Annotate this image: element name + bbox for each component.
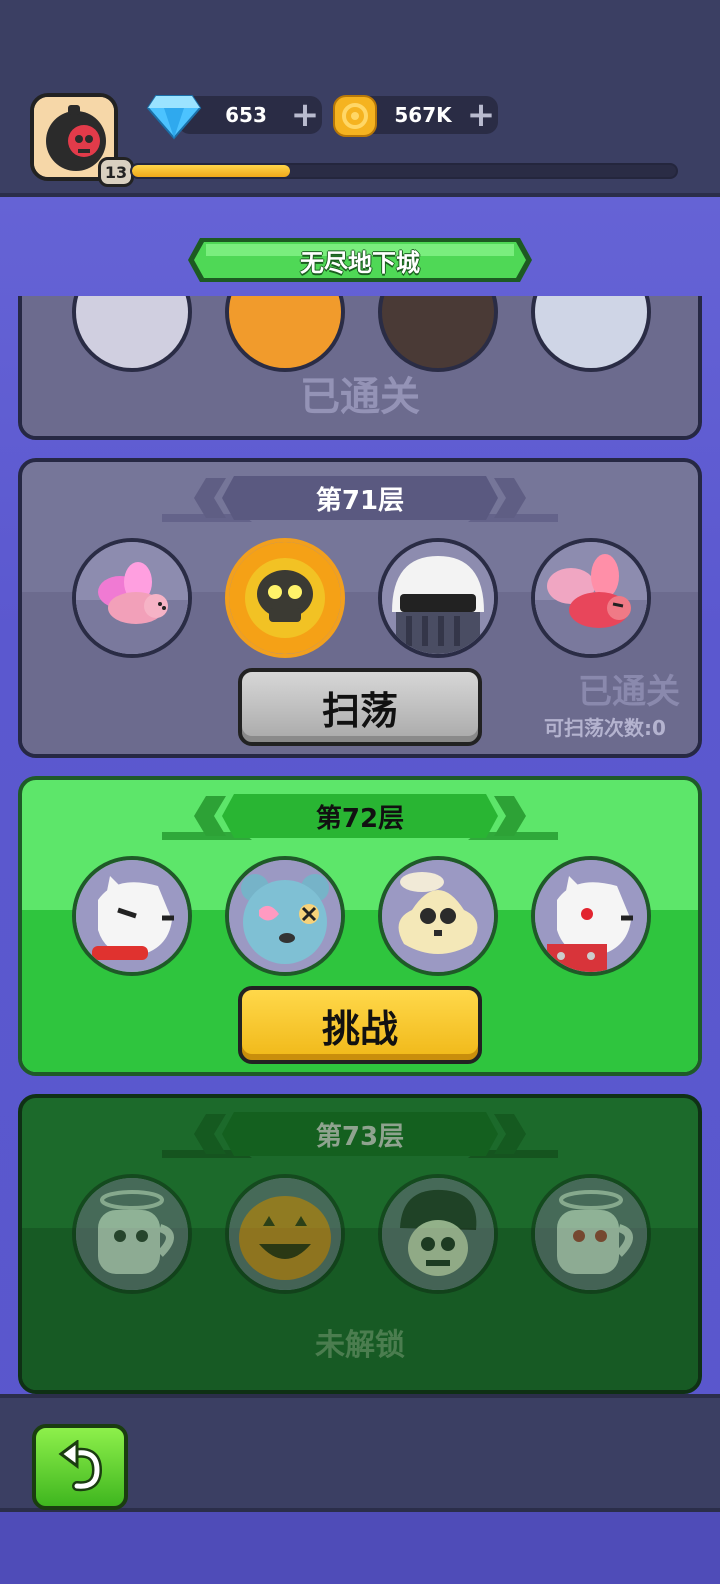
back-button[interactable] xyxy=(32,1424,128,1510)
zombie-bear-enemy-icon xyxy=(225,856,345,976)
sweep-button[interactable]: 扫荡 xyxy=(238,668,482,746)
floor-title: 第73层 xyxy=(315,1121,405,1152)
floor-card-72: 第72层 挑战 xyxy=(18,776,702,1076)
plus-icon[interactable]: + xyxy=(464,98,498,132)
gold-coin-icon xyxy=(333,95,377,137)
floor-header: 第73层 xyxy=(162,1110,558,1158)
ghost-mug-enemy-icon xyxy=(72,1174,192,1294)
pumpkin-enemy-icon xyxy=(225,1174,345,1294)
armored-dog-enemy-icon xyxy=(531,856,651,976)
sweep-count-label: 可扫荡次数:0 xyxy=(544,716,666,740)
floor-card-73: 第73层 未解锁 xyxy=(18,1094,702,1394)
golden-skull-enemy-icon xyxy=(225,538,345,658)
floor-list[interactable]: 已通关 第71层 扫荡 已通关 可扫荡次数:0 第72层 挑战 第73层 未解锁 xyxy=(0,296,720,1394)
skull-enemy-icon xyxy=(378,856,498,976)
xp-progress-fill xyxy=(132,165,290,177)
back-arrow-icon xyxy=(58,1440,103,1492)
player-level-badge: 13 xyxy=(98,157,134,187)
xp-progress-bar xyxy=(130,163,678,179)
plus-icon[interactable]: + xyxy=(288,98,322,132)
pink-fly-enemy-icon xyxy=(72,538,192,658)
dungeon-title-banner: 无尽地下城 xyxy=(186,232,534,288)
floor-header: 第71层 xyxy=(162,474,558,522)
bottom-background-strip xyxy=(0,1512,720,1584)
floor-status-locked: 未解锁 xyxy=(315,1328,405,1363)
helmet-knight-enemy-icon xyxy=(378,538,498,658)
challenge-button[interactable]: 挑战 xyxy=(238,986,482,1064)
red-fly-enemy-icon xyxy=(531,538,651,658)
dungeon-title: 无尽地下城 xyxy=(300,248,420,277)
floor-title: 第72层 xyxy=(315,803,405,834)
floor-status-cleared: 已通关 xyxy=(578,672,680,712)
ghost-mug-enemy-icon xyxy=(531,1174,651,1294)
floor-header: 第72层 xyxy=(162,792,558,840)
floor-card-cleared-partial: 已通关 xyxy=(18,296,702,440)
diamond-icon xyxy=(146,95,202,140)
white-dog-enemy-icon xyxy=(72,856,192,976)
floor-card-71: 第71层 扫荡 已通关 可扫荡次数:0 xyxy=(18,458,702,758)
floor-status-cleared: 已通关 xyxy=(300,374,420,420)
skull-hair-enemy-icon xyxy=(378,1174,498,1294)
floor-title: 第71层 xyxy=(315,485,405,516)
